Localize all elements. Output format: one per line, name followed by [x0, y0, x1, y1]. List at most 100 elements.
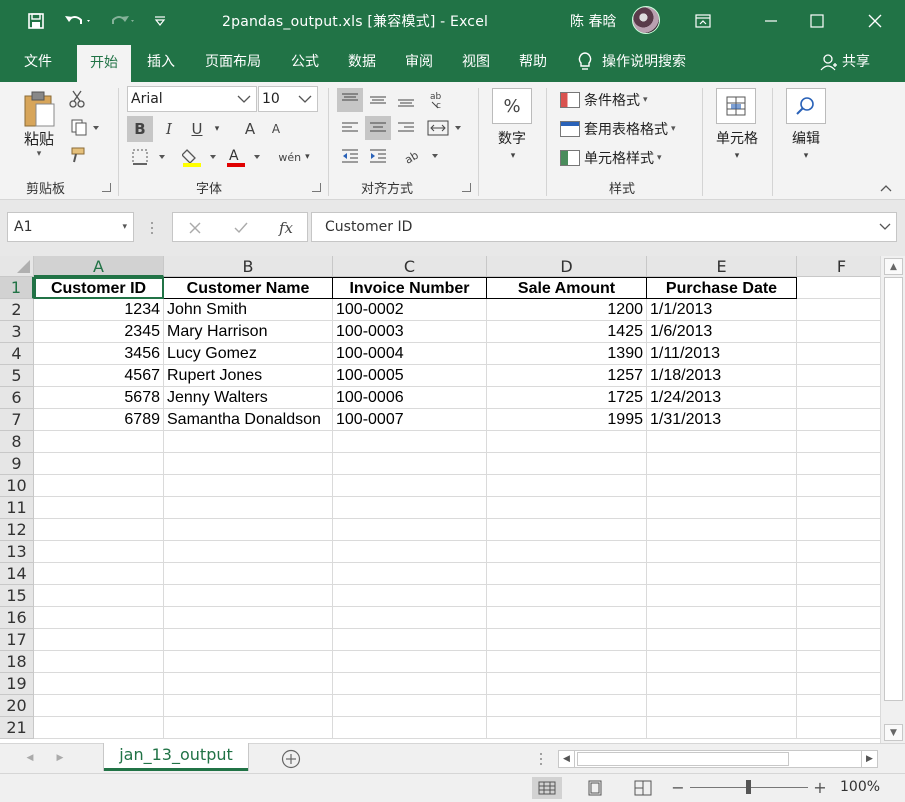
- cell-d20[interactable]: [487, 695, 647, 717]
- add-sheet-icon[interactable]: [280, 748, 302, 770]
- cell-b14[interactable]: [164, 563, 333, 585]
- bold-button[interactable]: B: [127, 116, 153, 142]
- vertical-scroll-thumb[interactable]: [884, 277, 903, 701]
- align-top-icon[interactable]: [337, 88, 363, 112]
- row-header-19[interactable]: 19: [0, 673, 34, 695]
- cell-a5[interactable]: 4567: [34, 365, 164, 387]
- merge-center-icon[interactable]: [425, 116, 465, 140]
- cut-icon[interactable]: [66, 88, 88, 110]
- cell-d14[interactable]: [487, 563, 647, 585]
- align-center-icon[interactable]: [365, 116, 391, 140]
- align-middle-icon[interactable]: [365, 88, 391, 112]
- row-header-5[interactable]: 5: [0, 365, 34, 387]
- cell-b1[interactable]: Customer Name: [164, 277, 333, 299]
- cell-e2[interactable]: 1/1/2013: [647, 299, 797, 321]
- cell-c20[interactable]: [333, 695, 487, 717]
- tab-formulas[interactable]: 公式: [280, 42, 330, 82]
- format-painter-icon[interactable]: [66, 144, 88, 166]
- cells-button-label[interactable]: 单元格: [710, 128, 764, 148]
- next-sheet-icon[interactable]: ▶: [52, 750, 68, 766]
- user-name[interactable]: 陈 春晗: [570, 11, 616, 31]
- cell-e21[interactable]: [647, 717, 797, 739]
- cell-e9[interactable]: [647, 453, 797, 475]
- cell-a9[interactable]: [34, 453, 164, 475]
- cell-d5[interactable]: 1257: [487, 365, 647, 387]
- customize-qat-icon[interactable]: [150, 8, 170, 34]
- cell-d16[interactable]: [487, 607, 647, 629]
- drag-handle-icon[interactable]: [536, 752, 546, 766]
- cells-dropdown-icon[interactable]: ▾: [729, 150, 745, 162]
- cell-a2[interactable]: 1234: [34, 299, 164, 321]
- horizontal-scrollbar[interactable]: ◀ ▶: [558, 750, 878, 768]
- cell-c7[interactable]: 100-0007: [333, 409, 487, 431]
- cell-b4[interactable]: Lucy Gomez: [164, 343, 333, 365]
- cell-b20[interactable]: [164, 695, 333, 717]
- cell-a15[interactable]: [34, 585, 164, 607]
- clipboard-dialog-launcher[interactable]: [102, 183, 111, 192]
- tab-help[interactable]: 帮助: [508, 42, 558, 82]
- cell-e13[interactable]: [647, 541, 797, 563]
- cell-b9[interactable]: [164, 453, 333, 475]
- underline-dropdown-icon[interactable]: ▾: [210, 116, 224, 142]
- cell-a3[interactable]: 2345: [34, 321, 164, 343]
- column-header-b[interactable]: B: [164, 256, 333, 277]
- cell-a14[interactable]: [34, 563, 164, 585]
- cell-c3[interactable]: 100-0003: [333, 321, 487, 343]
- cell-a1[interactable]: Customer ID: [34, 277, 164, 299]
- editing-dropdown-icon[interactable]: ▾: [798, 150, 814, 162]
- cell-c18[interactable]: [333, 651, 487, 673]
- cell-f2[interactable]: [797, 299, 880, 321]
- redo-icon[interactable]: [104, 8, 140, 34]
- cell-e15[interactable]: [647, 585, 797, 607]
- cell-f12[interactable]: [797, 519, 880, 541]
- cell-b5[interactable]: Rupert Jones: [164, 365, 333, 387]
- cell-e20[interactable]: [647, 695, 797, 717]
- row-header-15[interactable]: 15: [0, 585, 34, 607]
- scroll-left-icon[interactable]: ◀: [559, 751, 575, 767]
- cell-b17[interactable]: [164, 629, 333, 651]
- align-right-icon[interactable]: [393, 116, 419, 140]
- cell-f15[interactable]: [797, 585, 880, 607]
- cell-f6[interactable]: [797, 387, 880, 409]
- cell-d11[interactable]: [487, 497, 647, 519]
- number-button-label[interactable]: 数字: [490, 128, 534, 148]
- shrink-font-button[interactable]: A: [266, 116, 286, 142]
- cell-e11[interactable]: [647, 497, 797, 519]
- page-layout-view-icon[interactable]: [580, 777, 610, 799]
- cell-b7[interactable]: Samantha Donaldson: [164, 409, 333, 431]
- cell-c17[interactable]: [333, 629, 487, 651]
- column-header-c[interactable]: C: [333, 256, 487, 277]
- font-color-icon[interactable]: A: [224, 144, 264, 170]
- align-left-icon[interactable]: [337, 116, 363, 140]
- cell-f16[interactable]: [797, 607, 880, 629]
- cell-f21[interactable]: [797, 717, 880, 739]
- cell-a13[interactable]: [34, 541, 164, 563]
- cells-icon[interactable]: [716, 88, 756, 124]
- cell-b3[interactable]: Mary Harrison: [164, 321, 333, 343]
- confirm-entry-icon[interactable]: [229, 217, 253, 239]
- cell-e19[interactable]: [647, 673, 797, 695]
- zoom-slider-thumb[interactable]: [746, 780, 751, 794]
- cell-f17[interactable]: [797, 629, 880, 651]
- italic-button[interactable]: I: [156, 116, 182, 142]
- scroll-down-icon[interactable]: ▼: [884, 724, 903, 741]
- row-header-21[interactable]: 21: [0, 717, 34, 739]
- tell-me-search[interactable]: 操作说明搜索: [576, 42, 716, 82]
- tab-data[interactable]: 数据: [337, 42, 387, 82]
- underline-button[interactable]: U: [184, 116, 210, 142]
- cell-c11[interactable]: [333, 497, 487, 519]
- cell-f11[interactable]: [797, 497, 880, 519]
- ribbon-display-options-icon[interactable]: [680, 0, 726, 42]
- cell-c6[interactable]: 100-0006: [333, 387, 487, 409]
- cell-c8[interactable]: [333, 431, 487, 453]
- number-dropdown-icon[interactable]: ▾: [505, 150, 521, 162]
- increase-indent-icon[interactable]: [365, 144, 391, 168]
- cell-d2[interactable]: 1200: [487, 299, 647, 321]
- select-all-corner[interactable]: [0, 256, 34, 277]
- cell-f8[interactable]: [797, 431, 880, 453]
- cell-f18[interactable]: [797, 651, 880, 673]
- undo-icon[interactable]: [60, 8, 96, 34]
- row-header-14[interactable]: 14: [0, 563, 34, 585]
- normal-view-icon[interactable]: [532, 777, 562, 799]
- cell-c5[interactable]: 100-0005: [333, 365, 487, 387]
